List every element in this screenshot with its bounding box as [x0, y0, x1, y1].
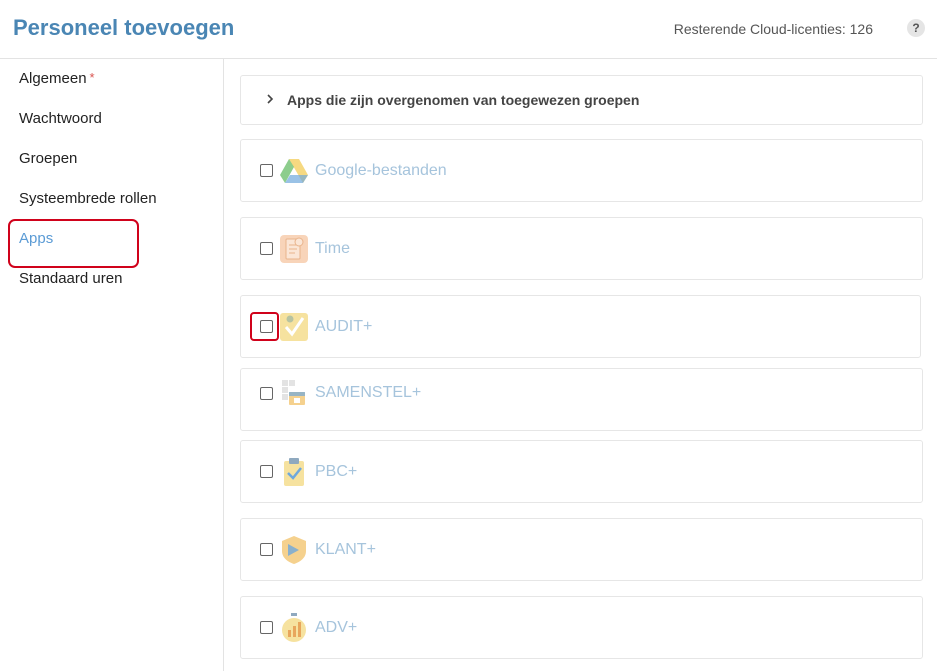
app-label: Google-bestanden	[315, 162, 447, 179]
app-card-samenstel: SAMENSTEL+	[240, 368, 923, 431]
sidebar-item-groepen[interactable]: Groepen	[19, 150, 77, 167]
help-icon[interactable]: ?	[907, 19, 925, 37]
sidebar-item-wachtwoord[interactable]: Wachtwoord	[19, 110, 102, 127]
sidebar-item-standaard-uren[interactable]: Standaard uren	[19, 270, 122, 287]
inherited-apps-label: Apps die zijn overgenomen van toegewezen…	[287, 92, 640, 108]
page-header: Personeel toevoegen Resterende Cloud-lic…	[0, 0, 937, 59]
app-checkbox[interactable]	[260, 465, 273, 478]
app-label: PBC+	[315, 463, 358, 480]
app-card-adv: ADV+	[240, 596, 923, 659]
samenstel-icon	[282, 380, 305, 405]
time-icon	[280, 235, 308, 263]
app-checkbox[interactable]	[260, 242, 273, 255]
sidebar: Algemeen * Wachtwoord Groepen Systeembred…	[0, 59, 224, 671]
license-count: Resterende Cloud-licenties: 126	[673, 21, 873, 37]
app-label: AUDIT+	[315, 318, 373, 335]
main-content: Apps die zijn overgenomen van toegewezen…	[224, 59, 937, 671]
app-checkbox[interactable]	[260, 164, 273, 177]
sidebar-item-label: Algemeen	[19, 70, 87, 87]
app-checkbox[interactable]	[260, 621, 273, 634]
app-checkbox[interactable]	[260, 387, 273, 400]
app-card-pbc: PBC+	[240, 440, 923, 503]
app-card-klant: KLANT+	[240, 518, 923, 581]
required-marker: *	[89, 70, 95, 85]
klant-icon	[282, 536, 306, 564]
inherited-apps-panel[interactable]: Apps die zijn overgenomen van toegewezen…	[240, 75, 923, 125]
app-label: KLANT+	[315, 541, 376, 558]
app-card-time: Time	[240, 217, 923, 280]
checkbox-highlight-box	[250, 312, 279, 341]
sidebar-item-systeembrede-rollen[interactable]: Systeembrede rollen	[19, 190, 157, 207]
chevron-right-icon	[267, 94, 274, 104]
app-card-google-bestanden: Google-bestanden	[240, 139, 923, 202]
app-label: ADV+	[315, 619, 358, 636]
audit-icon	[280, 313, 308, 341]
google-drive-icon	[280, 159, 308, 183]
adv-icon	[282, 613, 306, 642]
sidebar-item-algemeen[interactable]: Algemeen *	[19, 70, 95, 87]
app-card-audit: AUDIT+	[240, 295, 921, 358]
app-label: Time	[315, 240, 350, 257]
app-checkbox[interactable]	[260, 543, 273, 556]
page-title: Personeel toevoegen	[13, 15, 235, 40]
pbc-icon	[284, 458, 304, 486]
apps-highlight-box	[8, 219, 139, 268]
app-label: SAMENSTEL+	[315, 384, 422, 401]
